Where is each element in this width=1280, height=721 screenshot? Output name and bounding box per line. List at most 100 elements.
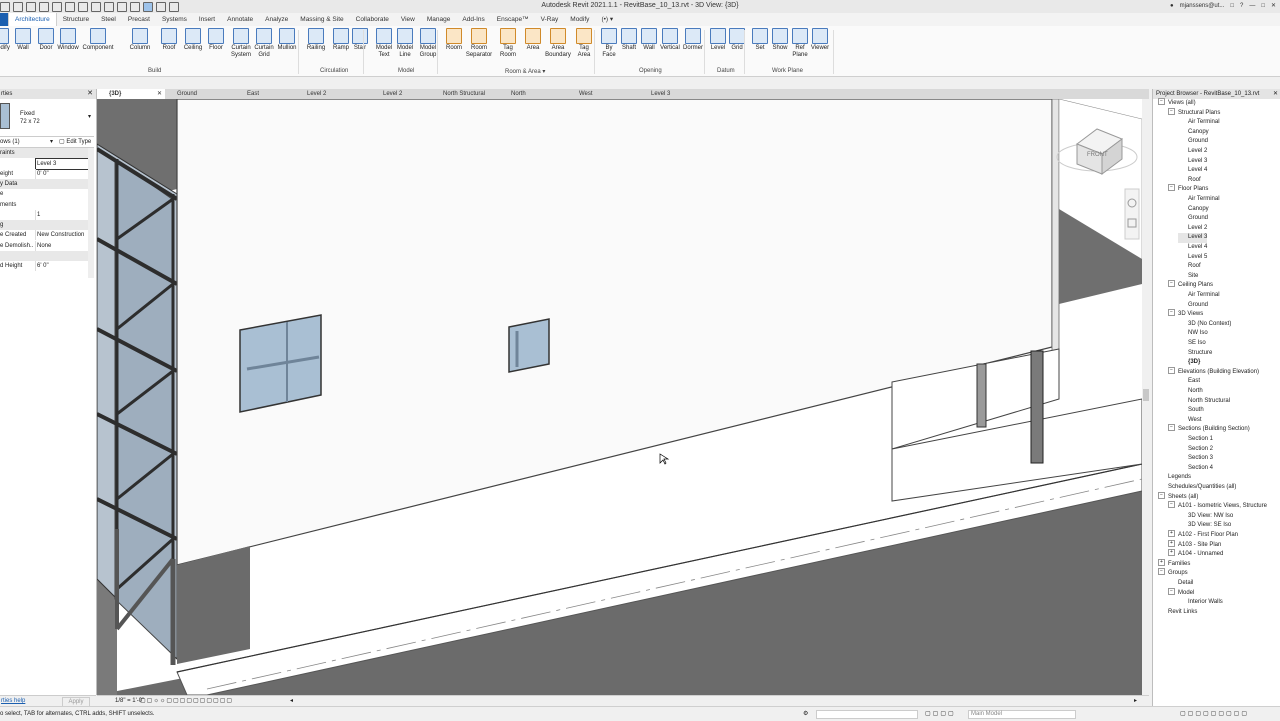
scroll-left-icon[interactable]: ◂ xyxy=(290,696,293,706)
expand-icon[interactable]: + xyxy=(1168,530,1175,537)
ribbon-button-viewer-34[interactable]: Viewer xyxy=(807,28,833,52)
view-tab-level-3[interactable]: Level 3 xyxy=(639,89,699,99)
collapse-icon[interactable]: − xyxy=(1168,424,1175,432)
property-section[interactable]: g xyxy=(0,220,94,231)
browser-node-elevations-building-elevation[interactable]: − Elevations (Building Elevation) xyxy=(1168,366,1259,378)
ribbon-tab-add-ins[interactable]: Add-Ins xyxy=(456,13,490,26)
browser-node-roof[interactable]: Roof xyxy=(1178,176,1201,186)
browser-node-3d-view-se-iso[interactable]: 3D View: SE Iso xyxy=(1178,521,1231,531)
browser-node-3d-no-context[interactable]: 3D (No Context) xyxy=(1178,320,1231,330)
instance-dropdown-icon[interactable]: ▾ xyxy=(50,137,53,147)
ribbon-button-mullion-11[interactable]: Mullion xyxy=(274,28,300,52)
browser-node-site[interactable]: Site xyxy=(1178,272,1198,282)
browser-node-section-2[interactable]: Section 2 xyxy=(1178,445,1213,455)
ribbon-button-stair-14[interactable]: Stair xyxy=(347,28,373,52)
browser-node-east[interactable]: East xyxy=(1178,377,1200,387)
property-section[interactable]: y Data xyxy=(0,178,94,189)
text-icon[interactable] xyxy=(117,1,127,12)
browser-node-west[interactable]: West xyxy=(1178,416,1202,426)
ribbon-tab-overflow[interactable]: (•) ▾ xyxy=(595,13,619,26)
view-tab-level-2[interactable]: Level 2 xyxy=(295,89,371,99)
tag-icon[interactable] xyxy=(104,1,114,12)
view-tab-east[interactable]: East xyxy=(235,89,295,99)
ribbon-button-dormer-28[interactable]: Dormer xyxy=(680,28,706,52)
ribbon-tab-modify[interactable]: Modify xyxy=(564,13,595,26)
ribbon-tab-insert[interactable]: Insert xyxy=(193,13,221,26)
ribbon-tab-analyze[interactable]: Analyze xyxy=(259,13,294,26)
ribbon-button-room-separator-19[interactable]: Room Separator xyxy=(466,28,492,59)
ribbon-tab-architecture[interactable]: Architecture xyxy=(8,13,57,26)
browser-node-structure[interactable]: Structure xyxy=(1178,349,1212,359)
scroll-thumb[interactable] xyxy=(1143,389,1149,401)
browser-node-revit-links[interactable]: Revit Links xyxy=(1158,608,1197,618)
browser-node-3d-views[interactable]: −3D Views xyxy=(1168,309,1203,320)
file-tab[interactable] xyxy=(0,13,8,26)
properties-scrollbar[interactable] xyxy=(88,148,94,278)
dimension-icon[interactable] xyxy=(91,1,101,12)
canvas-vertical-scrollbar[interactable] xyxy=(1142,99,1150,695)
ribbon-button-column-5[interactable]: Column xyxy=(127,28,153,52)
user-name[interactable]: mjanssens@ut... xyxy=(1180,3,1225,9)
worksharing-icon[interactable]: ⚙ xyxy=(803,707,808,721)
3d-view-canvas[interactable]: FRONT xyxy=(97,99,1142,695)
ribbon-button-window-3[interactable]: Window xyxy=(55,28,81,52)
property-value[interactable]: New Construction xyxy=(35,230,88,241)
collapse-icon[interactable]: − xyxy=(1158,568,1165,576)
property-value[interactable]: 6' 0" xyxy=(35,261,88,272)
ribbon-tab-systems[interactable]: Systems xyxy=(156,13,193,26)
browser-node-interior-walls[interactable]: Interior Walls xyxy=(1178,598,1223,608)
ribbon-tab-view[interactable]: View xyxy=(395,13,421,26)
browser-node-air-terminal[interactable]: Air Terminal xyxy=(1178,195,1220,205)
browser-node-se-iso[interactable]: SE Iso xyxy=(1178,339,1206,349)
close-button[interactable]: ✕ xyxy=(1271,2,1276,9)
browser-node-level-3[interactable]: Level 3 xyxy=(1178,157,1207,167)
browser-node-level-3[interactable]: Level 3 xyxy=(1178,233,1208,243)
ribbon-button-component-4[interactable]: Component xyxy=(82,28,114,52)
browser-node-section-3[interactable]: Section 3 xyxy=(1178,454,1213,464)
selection-filter-icons[interactable]: ▢▢▢▢▢▢▢▢▢ xyxy=(1180,707,1249,721)
close-icon[interactable]: ✕ xyxy=(1273,89,1278,99)
property-section[interactable]: raints xyxy=(0,148,94,158)
type-dropdown-icon[interactable]: ▾ xyxy=(88,113,91,120)
print-icon[interactable] xyxy=(65,1,75,12)
view-tab-north[interactable]: North xyxy=(499,89,567,99)
close-icon[interactable]: ✕ xyxy=(157,89,162,99)
view-tab-west[interactable]: West xyxy=(567,89,639,99)
instance-selector[interactable]: ows (1) ▾ ▢ Edit Type xyxy=(0,136,94,148)
property-value[interactable]: 0' 0" xyxy=(35,168,88,179)
sync-icon[interactable] xyxy=(26,1,36,12)
collapse-icon[interactable]: − xyxy=(1158,491,1165,499)
undo-icon[interactable] xyxy=(39,1,49,12)
browser-node-3d-view-nw-iso[interactable]: 3D View: NW Iso xyxy=(1178,512,1233,522)
browser-node-groups[interactable]: − Groups xyxy=(1158,568,1188,579)
workset-selector[interactable] xyxy=(816,710,918,719)
ribbon-tab-manage[interactable]: Manage xyxy=(421,13,457,26)
restore-button[interactable]: □ xyxy=(1261,3,1265,9)
ribbon-tab-collaborate[interactable]: Collaborate xyxy=(350,13,395,26)
properties-help-link[interactable]: rties help xyxy=(1,698,25,704)
property-value[interactable]: None xyxy=(35,240,88,251)
browser-node-nw-iso[interactable]: NW Iso xyxy=(1178,329,1208,339)
view-tab-3d[interactable]: {3D} ✕ xyxy=(97,89,165,99)
browser-node-roof[interactable]: Roof xyxy=(1178,262,1201,272)
browser-node-sheets-all[interactable]: − Sheets (all) xyxy=(1158,491,1198,503)
browser-node-canopy[interactable]: Canopy xyxy=(1178,205,1209,215)
browser-node-level-5[interactable]: Level 5 xyxy=(1178,253,1207,263)
browser-node-3d[interactable]: {3D} xyxy=(1178,358,1200,368)
browser-node-ground[interactable]: Ground xyxy=(1178,214,1208,224)
expand-icon[interactable]: + xyxy=(1168,549,1175,557)
design-option-selector[interactable]: Main Model xyxy=(968,710,1076,719)
browser-node-schedules-quantities-all[interactable]: Schedules/Quantities (all) xyxy=(1158,483,1236,493)
browser-node-section-1[interactable]: Section 1 xyxy=(1178,435,1213,445)
browser-node-views-all[interactable]: − Views (all) xyxy=(1158,98,1196,109)
close-hidden-icon[interactable] xyxy=(156,1,166,12)
browser-node-level-4[interactable]: Level 4 xyxy=(1178,166,1207,176)
browser-node-air-terminal[interactable]: Air Terminal xyxy=(1178,118,1220,128)
open-icon[interactable] xyxy=(0,1,10,12)
browser-node-model[interactable]: − Model xyxy=(1168,587,1194,599)
edit-type-button[interactable]: ▢ Edit Type xyxy=(59,137,91,147)
ribbon-tab-enscape[interactable]: Enscape™ xyxy=(491,13,535,26)
collapse-icon[interactable]: − xyxy=(1168,501,1175,509)
browser-node-ceiling-plans[interactable]: − Ceiling Plans xyxy=(1168,280,1213,291)
view-tab-ground[interactable]: Ground xyxy=(165,89,235,99)
